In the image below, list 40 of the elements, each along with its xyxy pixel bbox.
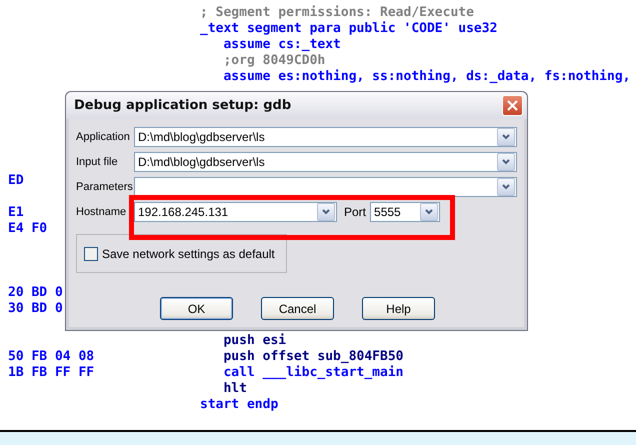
checkbox-label[interactable]: Save network settings as default (102, 246, 275, 260)
close-button[interactable] (502, 95, 523, 116)
field-label: Input file (76, 156, 119, 168)
hex-bytes: 20 BD 0 (8, 284, 63, 300)
chevron-icon (502, 134, 510, 140)
code-line: assume cs:_text (222, 36, 341, 52)
field-label: Port (344, 205, 366, 219)
combo-field[interactable] (134, 177, 517, 197)
window-title: Debug application setup: gdb (74, 98, 292, 113)
code-line: hlt (222, 380, 247, 396)
hostname-field[interactable]: 192.168.245.131 (134, 202, 337, 222)
combo-field[interactable]: D:\md\blog\gdbserver\ls (134, 152, 517, 172)
dialog-button[interactable]: Help (362, 297, 435, 320)
code-line: assume es:nothing, ss:nothing, ds:_data, fs:nothing, (222, 68, 630, 84)
chevron-icon (502, 184, 510, 190)
combo-field[interactable]: D:\md\blog\gdbserver\ls (134, 127, 517, 147)
port-field[interactable]: 5555 (370, 202, 440, 222)
code-line: push esi (222, 332, 286, 348)
code-line: start endp (200, 396, 278, 412)
hex-bytes: ED (8, 172, 24, 188)
code-line: _text segment para public 'CODE' use32 (200, 20, 498, 36)
close-icon (507, 100, 518, 111)
hex-bytes: 1B FB FF FF (8, 364, 94, 380)
code-comment: ;org 8049CD0h (222, 52, 326, 68)
field-label: Hostname (76, 206, 128, 218)
field-label: Application (76, 131, 131, 143)
chevron-icon (425, 209, 434, 215)
hex-bytes: 50 FB 04 08 (8, 348, 94, 364)
code-line: push offset sub_804FB50 (222, 348, 404, 364)
checkbox[interactable] (84, 246, 98, 260)
code-comment: ; Segment permissions: Read/Execute (200, 4, 474, 20)
field-label: Parameters (76, 181, 134, 193)
hex-bytes: E4 F0 (8, 220, 48, 236)
chevron-icon (502, 159, 510, 165)
hex-bytes: 30 BD 0 (8, 300, 63, 316)
hex-bytes: E1 (8, 204, 24, 220)
dialog-button[interactable]: OK (160, 297, 233, 320)
chevron-icon (322, 209, 330, 215)
dialog-button[interactable]: Cancel (261, 297, 334, 320)
code-line: call ___libc_start_main (222, 364, 404, 380)
